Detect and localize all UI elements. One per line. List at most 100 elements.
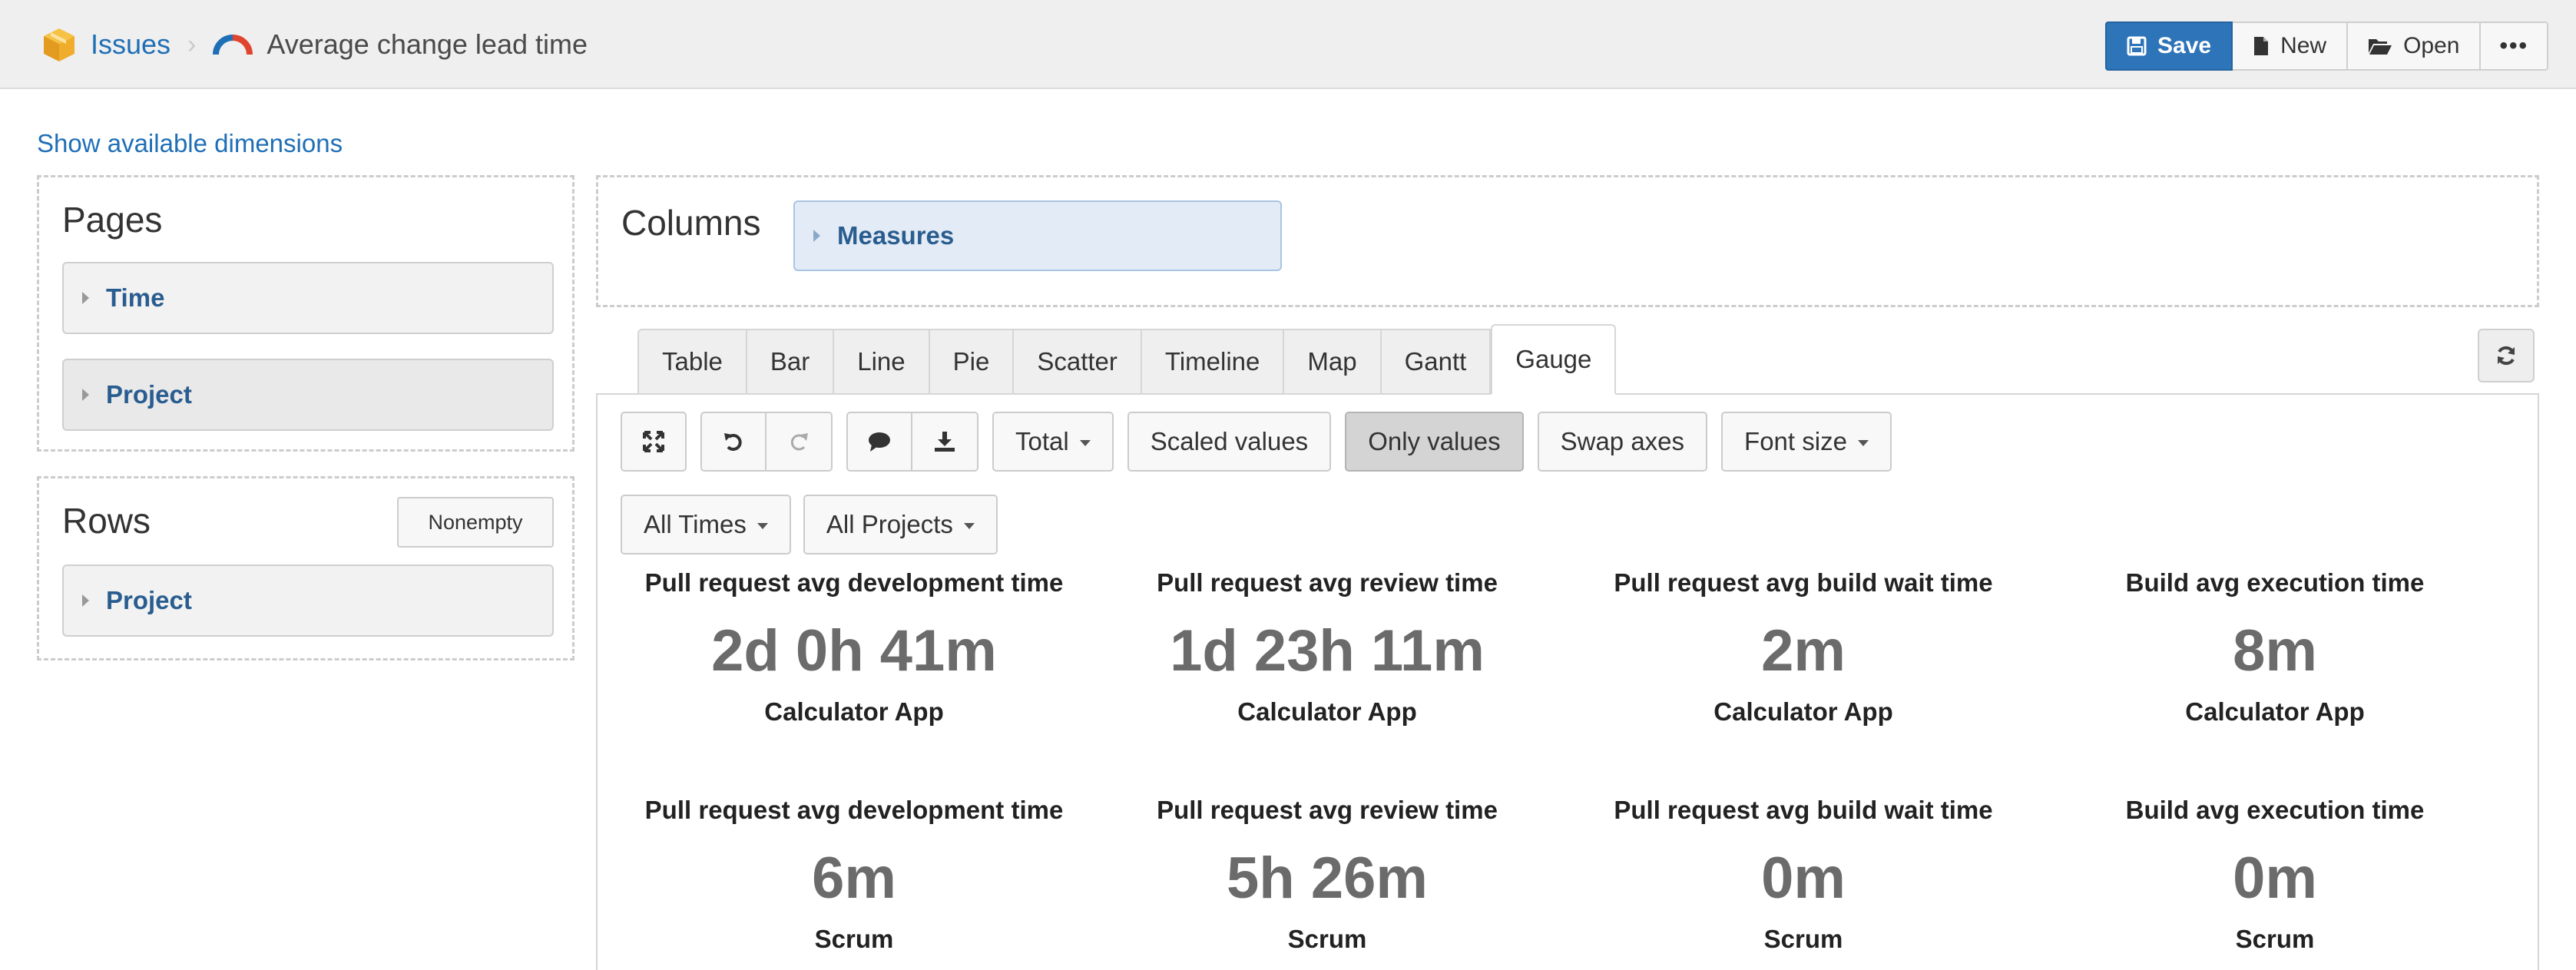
redo-icon <box>790 433 808 451</box>
folder-open-icon <box>2369 39 2392 55</box>
refresh-button[interactable] <box>2478 329 2535 382</box>
gauge-icon <box>213 35 253 55</box>
time-filter-label: All Times <box>644 510 747 538</box>
open-button[interactable]: Open <box>2348 22 2482 71</box>
floppy-icon <box>2127 36 2147 56</box>
gauge-project-label: Calculator App <box>1713 697 1893 726</box>
tab-timeline[interactable]: Timeline <box>1141 329 1285 395</box>
gauge-project-label: Calculator App <box>2185 697 2365 726</box>
columns-panel: Columns Measures <box>596 175 2539 307</box>
show-dimensions-link[interactable]: Show available dimensions <box>37 129 343 158</box>
gauge-measure-title: Pull request avg development time <box>644 568 1064 597</box>
gauge-measure-title: Pull request avg build wait time <box>1614 568 1993 597</box>
tab-scatter[interactable]: Scatter <box>1014 329 1142 395</box>
gauge-measure-title: Pull request avg build wait time <box>1614 796 1993 824</box>
breadcrumb: Issues › Average change lead time <box>40 23 588 66</box>
dimension-label: Project <box>106 586 192 614</box>
gauge-value: 1d 23h 11m <box>1170 618 1485 684</box>
report-toolbar: Total Scaled values Only values Swap axe… <box>621 412 1906 472</box>
tab-table[interactable]: Table <box>637 329 747 395</box>
redo-button[interactable] <box>767 412 833 472</box>
refresh-icon <box>2498 346 2515 366</box>
report-title: Average change lead time <box>267 28 588 60</box>
caret-right-icon <box>82 292 89 304</box>
gauge-project-label: Calculator App <box>1237 697 1417 726</box>
gauge-project-label: Scrum <box>1287 925 1367 953</box>
export-button[interactable] <box>912 412 978 472</box>
caret-down-icon <box>757 523 768 529</box>
project-filter-label: All Projects <box>826 510 953 538</box>
gauge-measure-title: Pull request avg review time <box>1157 796 1498 824</box>
fullscreen-button[interactable] <box>621 412 687 472</box>
rows-title: Rows <box>62 501 151 541</box>
time-filter-dropdown[interactable]: All Times <box>621 495 791 555</box>
breadcrumb-issues-link[interactable]: Issues <box>91 28 171 61</box>
caret-down-icon <box>1079 440 1091 446</box>
comment-button[interactable] <box>846 412 912 472</box>
pages-dimension-time[interactable]: Time <box>62 262 554 334</box>
total-dropdown[interactable]: Total <box>992 412 1114 472</box>
save-button[interactable]: Save <box>2105 22 2233 71</box>
undo-icon <box>724 433 742 451</box>
gauge-project-label: Scrum <box>1763 925 1843 953</box>
gauge-value: 2d 0h 41m <box>711 618 997 684</box>
tab-pie[interactable]: Pie <box>929 329 1015 395</box>
total-label: Total <box>1015 427 1069 455</box>
expand-icon <box>643 431 664 452</box>
swap-axes-button[interactable]: Swap axes <box>1537 412 1708 472</box>
tab-line[interactable]: Line <box>834 329 930 395</box>
tab-gauge[interactable]: Gauge <box>1491 324 1617 395</box>
nonempty-button[interactable]: Nonempty <box>397 497 554 548</box>
dimension-label: Project <box>106 380 192 409</box>
caret-right-icon <box>82 389 89 401</box>
more-options-button[interactable]: ••• <box>2481 22 2548 71</box>
rows-dimension-project[interactable]: Project <box>62 564 554 637</box>
project-filter-dropdown[interactable]: All Projects <box>803 495 998 555</box>
gauge-value: 6m <box>812 846 896 911</box>
gauge-measure-title: Build avg execution time <box>2125 568 2425 597</box>
new-label: New <box>2280 33 2327 58</box>
breadcrumb-separator: › <box>187 29 197 59</box>
file-icon <box>2254 37 2269 55</box>
gauge-value: 0m <box>1761 846 1846 911</box>
top-header: Issues › Average change lead time Save N… <box>0 0 2576 89</box>
rows-panel: Rows Nonempty Project <box>37 476 574 660</box>
chart-type-tabs: Table Bar Line Pie Scatter Timeline Map … <box>637 324 1617 395</box>
comment-icon <box>869 432 890 452</box>
save-label: Save <box>2157 33 2212 58</box>
gauge-value: 5h 26m <box>1227 846 1428 911</box>
gauge-project-label: Calculator App <box>764 697 944 726</box>
page-filters: All Times All Projects <box>621 495 1010 555</box>
only-values-button[interactable]: Only values <box>1345 412 1524 472</box>
scaled-values-button[interactable]: Scaled values <box>1127 412 1332 472</box>
pages-title: Pages <box>62 200 163 240</box>
download-icon <box>935 432 955 452</box>
open-label: Open <box>2403 33 2460 58</box>
gauge-measure-title: Pull request avg development time <box>644 796 1064 824</box>
tab-map[interactable]: Map <box>1284 329 1382 395</box>
gauge-value: 0m <box>2233 846 2317 911</box>
header-actions: Save New Open ••• <box>2105 22 2548 71</box>
tab-bar[interactable]: Bar <box>747 329 835 395</box>
tab-gantt[interactable]: Gantt <box>1381 329 1492 395</box>
new-button[interactable]: New <box>2233 22 2349 71</box>
caret-right-icon <box>82 594 89 607</box>
pages-dimension-project[interactable]: Project <box>62 359 554 431</box>
font-size-dropdown[interactable]: Font size <box>1721 412 1892 472</box>
dimension-label: Measures <box>837 221 955 250</box>
gauge-measure-title: Build avg execution time <box>2125 796 2425 824</box>
caret-down-icon <box>1857 440 1869 446</box>
caret-right-icon <box>813 230 820 242</box>
cube-icon <box>44 28 74 61</box>
caret-down-icon <box>963 523 975 529</box>
gauge-value: 2m <box>1761 618 1846 684</box>
undo-button[interactable] <box>700 412 767 472</box>
gauge-measure-title: Pull request avg review time <box>1157 568 1498 597</box>
columns-dimension-measures[interactable]: Measures <box>793 200 1282 271</box>
font-size-label: Font size <box>1744 427 1847 455</box>
gauge-value: 8m <box>2233 618 2317 684</box>
pages-panel: Pages Time Project <box>37 175 574 452</box>
columns-title: Columns <box>621 203 761 243</box>
gauge-project-label: Scrum <box>2235 925 2315 953</box>
gauge-project-label: Scrum <box>814 925 894 953</box>
